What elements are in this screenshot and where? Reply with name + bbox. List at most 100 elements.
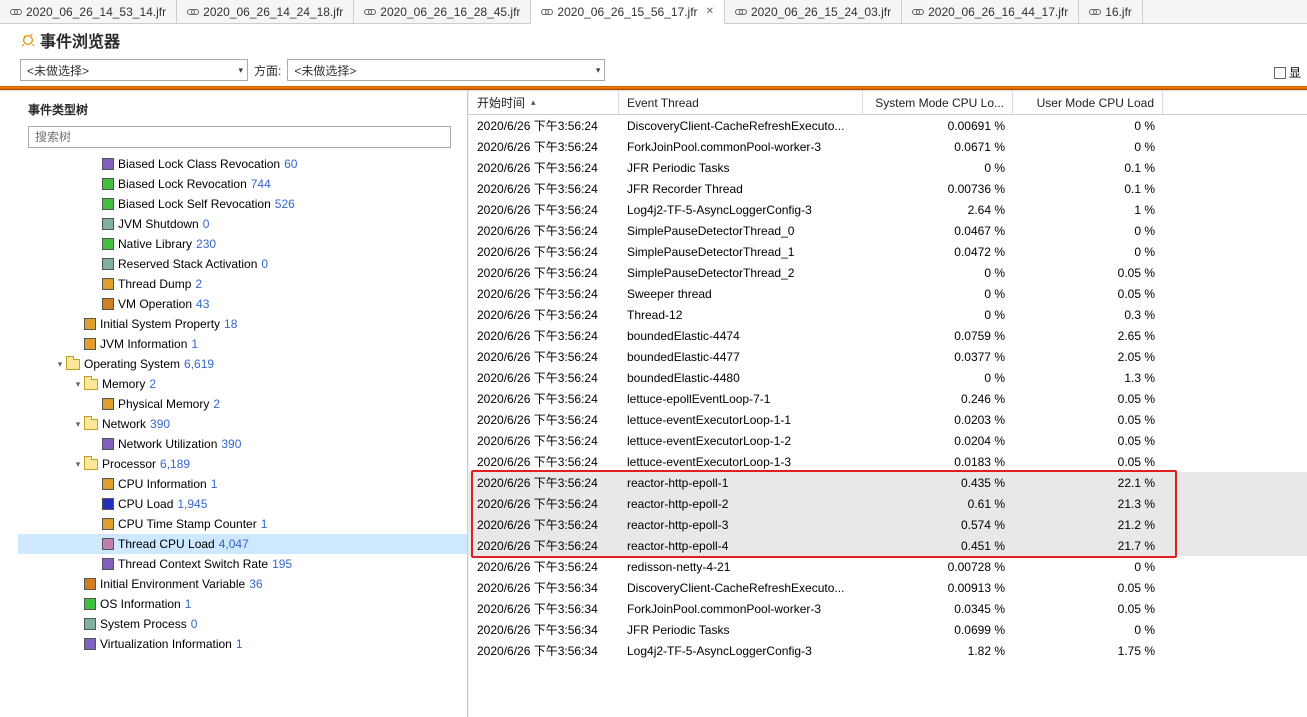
tree-row[interactable]: Initial System Property18: [18, 314, 467, 334]
col-event-thread[interactable]: Event Thread: [619, 91, 863, 114]
tree-row[interactable]: Physical Memory2: [18, 394, 467, 414]
tree-row[interactable]: System Process0: [18, 614, 467, 634]
cell: DiscoveryClient-CacheRefreshExecuto...: [619, 119, 863, 133]
tree-row[interactable]: Thread Context Switch Rate195: [18, 554, 467, 574]
table-row[interactable]: 2020/6/26 下午3:56:34ForkJoinPool.commonPo…: [469, 598, 1307, 619]
tree-row[interactable]: Biased Lock Self Revocation526: [18, 194, 467, 214]
table-row[interactable]: 2020/6/26 下午3:56:24boundedElastic-44770.…: [469, 346, 1307, 367]
tree-row[interactable]: Thread Dump2: [18, 274, 467, 294]
table-row[interactable]: 2020/6/26 下午3:56:24lettuce-eventExecutor…: [469, 430, 1307, 451]
col-system-cpu[interactable]: System Mode CPU Lo...: [863, 91, 1013, 114]
table-row[interactable]: 2020/6/26 下午3:56:24SimplePauseDetectorTh…: [469, 241, 1307, 262]
tab[interactable]: 2020_06_26_16_44_17.jfr: [902, 0, 1079, 23]
cell: 0.0759 %: [863, 329, 1013, 343]
cell: 22.1 %: [1013, 476, 1163, 490]
tree-row[interactable]: ▾Processor6,189: [18, 454, 467, 474]
tree-row[interactable]: Network Utilization390: [18, 434, 467, 454]
expand-icon[interactable]: ▾: [72, 454, 84, 474]
tree-row[interactable]: Virtualization Information1: [18, 634, 467, 654]
category-icon: [102, 298, 114, 310]
table-row[interactable]: 2020/6/26 下午3:56:24DiscoveryClient-Cache…: [469, 115, 1307, 136]
tree-row[interactable]: CPU Load1,945: [18, 494, 467, 514]
category-icon: [84, 638, 96, 650]
tree-row[interactable]: Biased Lock Class Revocation60: [18, 154, 467, 174]
table-row[interactable]: 2020/6/26 下午3:56:34JFR Periodic Tasks0.0…: [469, 619, 1307, 640]
tree-row[interactable]: JVM Shutdown0: [18, 214, 467, 234]
tree-row[interactable]: VM Operation43: [18, 294, 467, 314]
table-row[interactable]: 2020/6/26 下午3:56:24Sweeper thread0 %0.05…: [469, 283, 1307, 304]
tree-row[interactable]: JVM Information1: [18, 334, 467, 354]
cell: 2020/6/26 下午3:56:24: [469, 474, 619, 491]
cell: 2020/6/26 下午3:56:24: [469, 453, 619, 470]
filter-combo-1[interactable]: <未做选择> ▾: [20, 59, 248, 81]
expand-icon[interactable]: ▾: [72, 374, 84, 394]
table-row[interactable]: 2020/6/26 下午3:56:24Log4j2-TF-5-AsyncLogg…: [469, 199, 1307, 220]
table-row[interactable]: 2020/6/26 下午3:56:24SimplePauseDetectorTh…: [469, 220, 1307, 241]
table-row[interactable]: 2020/6/26 下午3:56:24boundedElastic-44740.…: [469, 325, 1307, 346]
table-row[interactable]: 2020/6/26 下午3:56:24lettuce-eventExecutor…: [469, 409, 1307, 430]
col-user-cpu[interactable]: User Mode CPU Load: [1013, 91, 1163, 114]
tree-label: Processor: [102, 454, 156, 474]
expand-icon[interactable]: ▾: [72, 414, 84, 434]
table-row[interactable]: 2020/6/26 下午3:56:24lettuce-eventExecutor…: [469, 451, 1307, 472]
table-row[interactable]: 2020/6/26 下午3:56:24ForkJoinPool.commonPo…: [469, 136, 1307, 157]
cell: reactor-http-epoll-4: [619, 539, 863, 553]
aspect-label: 方面:: [254, 62, 281, 79]
table-row[interactable]: 2020/6/26 下午3:56:24boundedElastic-44800 …: [469, 367, 1307, 388]
expand-icon[interactable]: ▾: [54, 354, 66, 374]
filter-combo-2[interactable]: <未做选择> ▾: [287, 59, 605, 81]
tree-row[interactable]: OS Information1: [18, 594, 467, 614]
tree-label: CPU Load: [118, 494, 173, 514]
table-body[interactable]: 2020/6/26 下午3:56:24DiscoveryClient-Cache…: [469, 115, 1307, 717]
cell: 2020/6/26 下午3:56:24: [469, 264, 619, 281]
category-icon: [102, 558, 114, 570]
table-row[interactable]: 2020/6/26 下午3:56:24redisson-netty-4-210.…: [469, 556, 1307, 577]
cell: 0.61 %: [863, 497, 1013, 511]
table-row[interactable]: 2020/6/26 下午3:56:24Thread-120 %0.3 %: [469, 304, 1307, 325]
tab[interactable]: 16.jfr: [1079, 0, 1143, 23]
table-row[interactable]: 2020/6/26 下午3:56:24JFR Recorder Thread0.…: [469, 178, 1307, 199]
tree-row[interactable]: Initial Environment Variable36: [18, 574, 467, 594]
table-row[interactable]: 2020/6/26 下午3:56:24lettuce-epollEventLoo…: [469, 388, 1307, 409]
col-start-time[interactable]: 开始时间 ▴: [469, 91, 619, 114]
cell: 1.82 %: [863, 644, 1013, 658]
cell: 2020/6/26 下午3:56:24: [469, 138, 619, 155]
table-row[interactable]: 2020/6/26 下午3:56:24reactor-http-epoll-40…: [469, 535, 1307, 556]
tree-count: 390: [221, 434, 241, 454]
table-row[interactable]: 2020/6/26 下午3:56:24reactor-http-epoll-30…: [469, 514, 1307, 535]
cell: 0.05 %: [1013, 287, 1163, 301]
tree-row[interactable]: CPU Information1: [18, 474, 467, 494]
table-row[interactable]: 2020/6/26 下午3:56:24SimplePauseDetectorTh…: [469, 262, 1307, 283]
table-row[interactable]: 2020/6/26 下午3:56:24JFR Periodic Tasks0 %…: [469, 157, 1307, 178]
display-toggle[interactable]: 显: [1274, 64, 1301, 81]
table-row[interactable]: 2020/6/26 下午3:56:34DiscoveryClient-Cache…: [469, 577, 1307, 598]
tree-row[interactable]: ▾Network390: [18, 414, 467, 434]
cell: 0 %: [863, 161, 1013, 175]
search-input[interactable]: [28, 126, 451, 148]
category-icon: [84, 578, 96, 590]
tab[interactable]: 2020_06_26_14_53_14.jfr: [0, 0, 177, 23]
tree-row[interactable]: Thread CPU Load4,047: [18, 534, 467, 554]
tab[interactable]: 2020_06_26_15_24_03.jfr: [725, 0, 902, 23]
tree-row[interactable]: CPU Time Stamp Counter1: [18, 514, 467, 534]
tab[interactable]: 2020_06_26_16_28_45.jfr: [354, 0, 531, 23]
tree-row[interactable]: Reserved Stack Activation0: [18, 254, 467, 274]
tree-count: 2: [213, 394, 220, 414]
cell: 2020/6/26 下午3:56:24: [469, 222, 619, 239]
tree-row[interactable]: ▾Operating System6,619: [18, 354, 467, 374]
cell: 2020/6/26 下午3:56:24: [469, 558, 619, 575]
tree-label: VM Operation: [118, 294, 192, 314]
tree-row[interactable]: Biased Lock Revocation744: [18, 174, 467, 194]
cell: 2020/6/26 下午3:56:34: [469, 642, 619, 659]
table-row[interactable]: 2020/6/26 下午3:56:24reactor-http-epoll-20…: [469, 493, 1307, 514]
close-icon[interactable]: ✕: [706, 6, 714, 17]
tab[interactable]: 2020_06_26_15_56_17.jfr✕: [531, 0, 725, 24]
tab[interactable]: 2020_06_26_14_24_18.jfr: [177, 0, 354, 23]
folder-icon: [84, 379, 98, 390]
tree-row[interactable]: Native Library230: [18, 234, 467, 254]
tree-count: 18: [224, 314, 237, 334]
tree-row[interactable]: ▾Memory2: [18, 374, 467, 394]
table-row[interactable]: 2020/6/26 下午3:56:24reactor-http-epoll-10…: [469, 472, 1307, 493]
table-row[interactable]: 2020/6/26 下午3:56:34Log4j2-TF-5-AsyncLogg…: [469, 640, 1307, 661]
cell: 0.05 %: [1013, 455, 1163, 469]
